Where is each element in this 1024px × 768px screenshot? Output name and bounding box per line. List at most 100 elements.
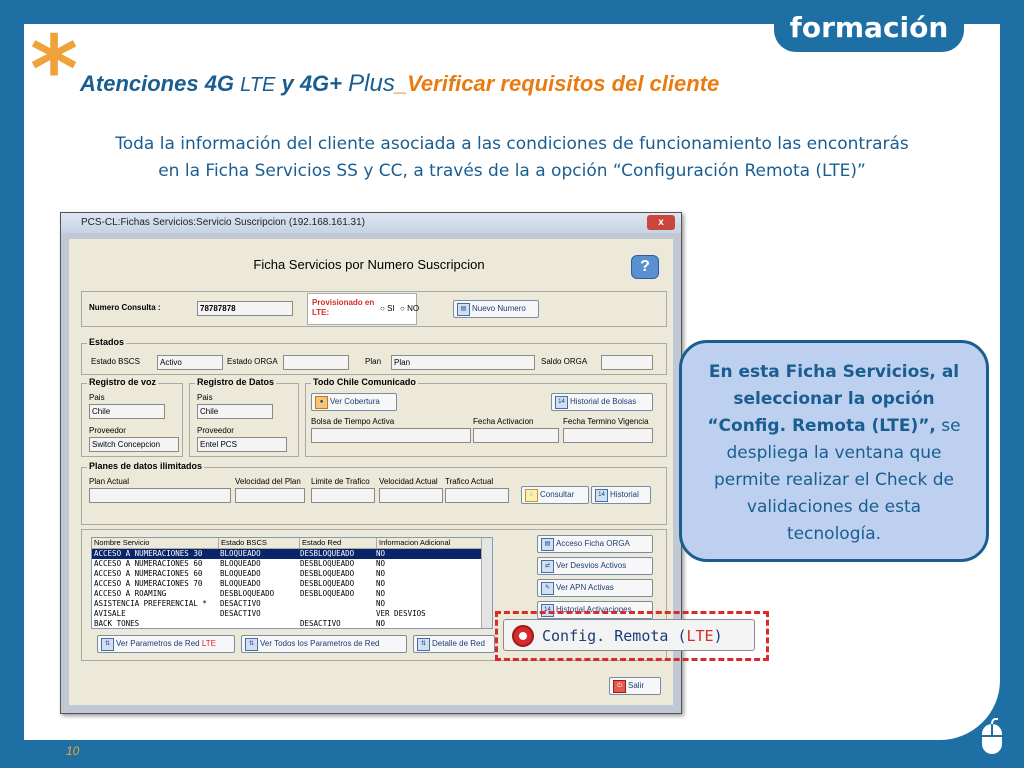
table-row[interactable]: ACCESO A NUMERACIONES 60 BLOQUEADO DESBLOQ… — [92, 569, 492, 579]
table-cell: NO — [376, 619, 386, 628]
table-cell: AVISALE — [94, 609, 126, 618]
table-row[interactable]: ASISTENCIA PREFERENCIAL * DESACTIVO NO — [92, 599, 492, 609]
historial-bolsas-button[interactable]: 14 Historial de Bolsas — [551, 393, 653, 411]
table-scrollbar[interactable] — [481, 538, 492, 628]
salir-label: Salir — [628, 681, 645, 690]
table-row[interactable]: AVISALE DESACTIVO VER DESVIOS — [92, 609, 492, 619]
power-icon: ⏻ — [613, 680, 626, 693]
table-cell: NO — [376, 569, 386, 578]
document-icon: ▤ — [457, 303, 470, 316]
saldo-orga-label: Saldo ORGA — [541, 357, 588, 366]
trafico-actual-field[interactable] — [445, 488, 509, 503]
window-title: PCS-CL:Fichas Servicios:Servicio Suscrip… — [81, 217, 366, 228]
arrows-icon: ⇄ — [541, 560, 554, 573]
table-row[interactable]: ACCESO A NUMERACIONES 30 BLOQUEADO DESBLOQ… — [92, 549, 492, 559]
plan-actual-field[interactable] — [89, 488, 231, 503]
historial-button[interactable]: 14 Historial — [591, 486, 651, 504]
ver-cobertura-button[interactable]: ● Ver Cobertura — [311, 393, 397, 411]
header-estado-red[interactable]: Estado Red — [300, 538, 377, 548]
bolsa-field[interactable] — [311, 428, 471, 443]
table-cell — [298, 609, 374, 619]
fecha-termino-label: Fecha Termino Vigencia — [563, 417, 649, 426]
close-icon[interactable]: x — [647, 215, 675, 230]
plan-label: Plan — [365, 357, 382, 366]
table-cell: ACCESO A ROAMING — [94, 589, 167, 598]
ver-desvios-button[interactable]: ⇄ Ver Desvios Activos — [537, 557, 653, 575]
ver-todos-parametros-button[interactable]: ⇅ Ver Todos los Parametros de Red — [241, 635, 407, 653]
consultar-button[interactable]: ◌ Consultar — [521, 486, 589, 504]
datos-proveedor-field[interactable]: Entel PCS — [197, 437, 287, 452]
datos-pais-field[interactable]: Chile — [197, 404, 273, 419]
provisionado-label: Provisionado en LTE: — [312, 298, 375, 317]
header-info-adicional[interactable]: Informacion Adicional — [377, 538, 490, 548]
callout-box: En esta Ficha Servicios, al seleccionar … — [679, 340, 989, 562]
velocidad-plan-field[interactable] — [235, 488, 305, 503]
historial-bolsas-label: Historial de Bolsas — [570, 397, 637, 406]
fecha-activacion-field[interactable] — [473, 428, 559, 443]
ver-parametros-red-lte-button[interactable]: ⇅ Ver Parametros de Red LTE — [97, 635, 235, 653]
plan-field[interactable]: Plan — [391, 355, 535, 370]
table-row[interactable]: ACCESO A NUMERACIONES 60 BLOQUEADO DESBLOQ… — [92, 559, 492, 569]
table-cell — [218, 619, 298, 628]
voz-pais-field[interactable]: Chile — [89, 404, 165, 419]
voz-pais-label: Pais — [89, 393, 105, 402]
servicios-table[interactable]: Nombre Servicio Estado BSCS Estado Red I… — [91, 537, 493, 629]
velocidad-actual-label: Velocidad Actual — [379, 477, 438, 486]
highlight-dashed-frame — [495, 611, 769, 661]
numero-consulta-input[interactable]: 78787878 — [197, 301, 293, 316]
ver-apn-button[interactable]: ✎ Ver APN Activas — [537, 579, 653, 597]
table-row[interactable]: ACCESO A NUMERACIONES 70 BLOQUEADO DESBLOQ… — [92, 579, 492, 589]
table-cell: ACCESO A NUMERACIONES 60 — [94, 559, 203, 568]
brand-logo: formación — [774, 6, 964, 52]
title-part-4gplus: y 4G+ — [275, 71, 349, 96]
voz-proveedor-label: Proveedor — [89, 426, 126, 435]
page-number: 10 — [66, 744, 80, 758]
fecha-activacion-label: Fecha Activacion — [473, 417, 534, 426]
estado-bscs-label: Estado BSCS — [91, 357, 140, 366]
header-nombre-servicio[interactable]: Nombre Servicio — [92, 538, 219, 548]
estados-group-label: Estados — [87, 337, 127, 347]
radio-si[interactable]: ○ SI — [380, 304, 395, 313]
table-cell: NO — [376, 599, 386, 608]
table-cell: BLOQUEADO — [220, 559, 261, 568]
table-cell: DESBLOQUEADO — [300, 569, 355, 578]
detalle-red-button[interactable]: ⇅ Detalle de Red — [413, 635, 495, 653]
table-cell: DESBLOQUEADO — [300, 579, 355, 588]
registro-datos-label: Registro de Datos — [195, 377, 277, 387]
table-cell: ASISTENCIA PREFERENCIAL * — [94, 599, 207, 608]
table-cell: ACCESO A NUMERACIONES 30 — [94, 549, 203, 558]
estado-orga-field[interactable] — [283, 355, 349, 370]
speech-bubble-icon: ◌ — [525, 489, 538, 502]
table-cell: DESBLOQUEADO — [300, 549, 355, 558]
consultar-label: Consultar — [540, 490, 575, 499]
salir-button[interactable]: ⏻ Salir — [609, 677, 661, 695]
intro-line-1: Toda la información del cliente asociada… — [115, 134, 909, 154]
estado-bscs-field[interactable]: Activo — [157, 355, 223, 370]
ver-desvios-label: Ver Desvios Activos — [556, 561, 627, 570]
detalle-red-label: Detalle de Red — [432, 639, 485, 648]
saldo-orga-field[interactable] — [601, 355, 653, 370]
fecha-termino-field[interactable] — [563, 428, 653, 443]
table-cell: BLOQUEADO — [220, 569, 261, 578]
table-cell: ACCESO A NUMERACIONES 70 — [94, 579, 203, 588]
acceso-ficha-orga-button[interactable]: ▤ Acceso Ficha ORGA — [537, 535, 653, 553]
todo-chile-label: Todo Chile Comunicado — [311, 377, 418, 387]
title-star-icon: * — [30, 16, 79, 123]
table-cell: BACK TONES — [94, 619, 140, 628]
radio-no[interactable]: ○ NO — [400, 304, 419, 313]
ver-parametros-lte-label: LTE — [201, 639, 216, 648]
velocidad-actual-field[interactable] — [379, 488, 443, 503]
nuevo-numero-button[interactable]: ▤ Nuevo Numero — [453, 300, 539, 318]
table-cell: VER DESVIOS — [376, 609, 426, 618]
radio-si-label: SI — [387, 304, 395, 313]
table-row[interactable]: ACCESO A ROAMING DESBLOQUEADO DESBLOQUEADO… — [92, 589, 492, 599]
help-icon[interactable]: ? — [631, 255, 659, 279]
title-part-verificar: _Verificar requisitos del cliente — [394, 71, 720, 96]
table-header: Nombre Servicio Estado BSCS Estado Red I… — [92, 538, 492, 549]
header-estado-bscs[interactable]: Estado BSCS — [219, 538, 300, 548]
window-titlebar[interactable]: PCS-CL:Fichas Servicios:Servicio Suscrip… — [61, 213, 681, 233]
bolsa-label: Bolsa de Tiempo Activa — [311, 417, 395, 426]
voz-proveedor-field[interactable]: Switch Concepcion — [89, 437, 179, 452]
table-row[interactable]: BACK TONES DESACTIVO NO — [92, 619, 492, 628]
limite-trafico-field[interactable] — [311, 488, 375, 503]
